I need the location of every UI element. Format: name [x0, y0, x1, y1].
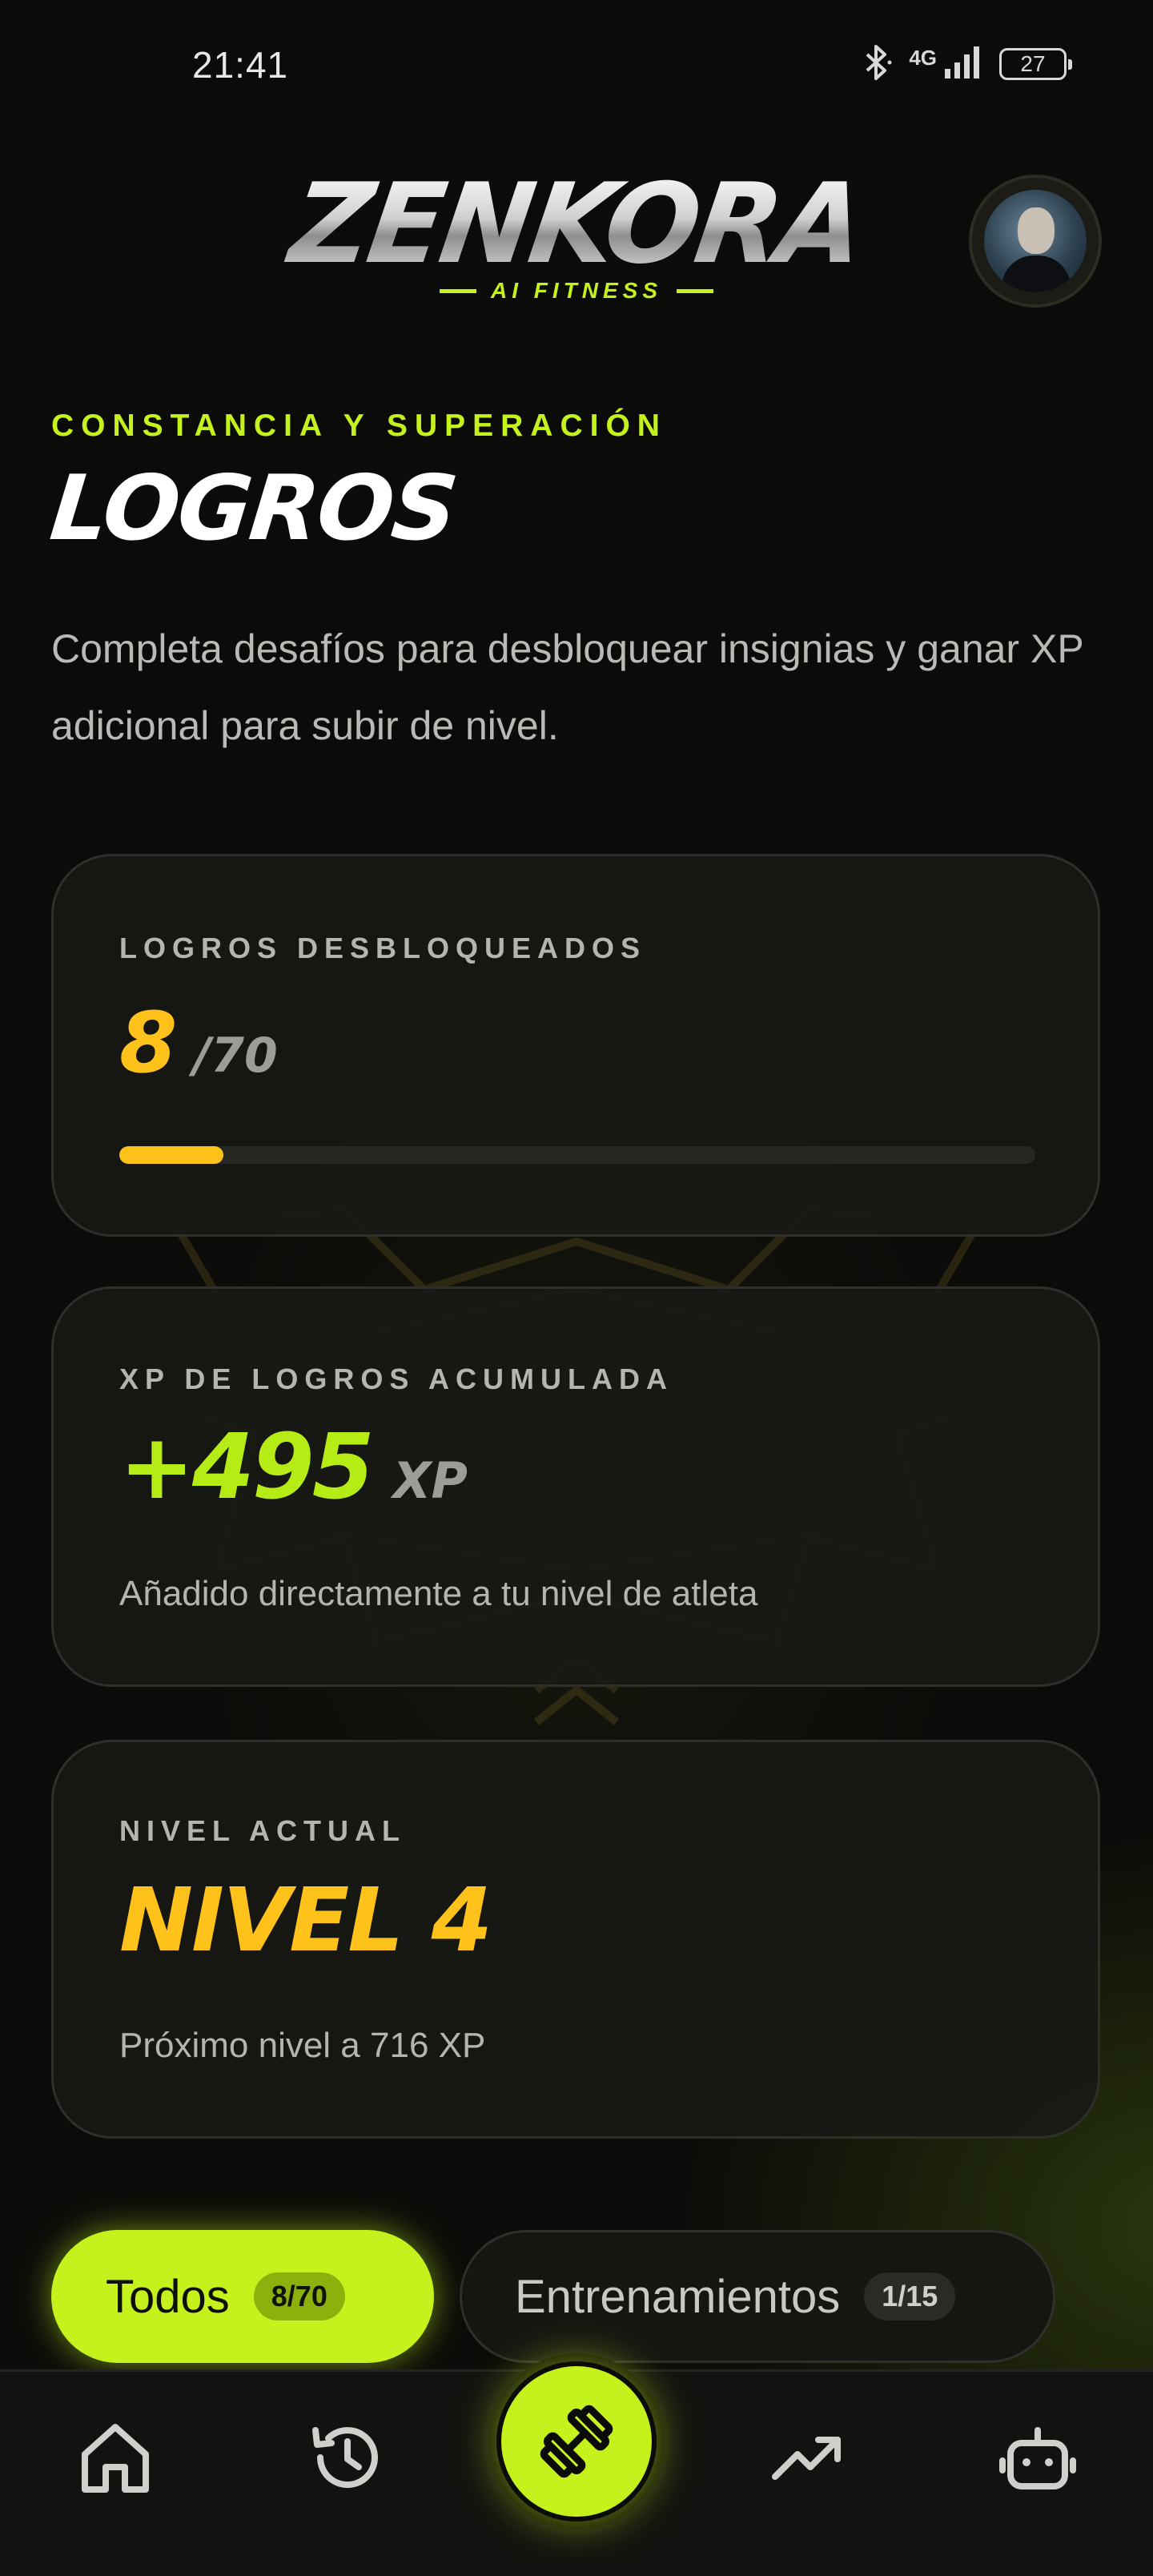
- filter-chip-workouts[interactable]: Entrenamientos 1/15: [460, 2230, 1055, 2363]
- nav-workout-button: [496, 2361, 657, 2522]
- nav-progress[interactable]: [751, 2401, 863, 2514]
- dumbbell-icon: [540, 2405, 613, 2478]
- level-card: NIVEL ACTUAL NIVEL 4 Próximo nivel a 716…: [51, 1740, 1100, 2139]
- level-note: Próximo nivel a 716 XP: [119, 2026, 486, 2065]
- filter-chip-badge: 8/70: [253, 2272, 345, 2320]
- unlocked-total: /70: [193, 1028, 278, 1084]
- history-icon: [312, 2427, 378, 2489]
- xp-value: +495 XP: [119, 1415, 468, 1519]
- unlocked-count: 8: [119, 994, 178, 1092]
- filter-chip-all[interactable]: Todos 8/70: [51, 2230, 434, 2363]
- section-eyebrow: CONSTANCIA Y SUPERACIÓN: [51, 409, 667, 443]
- battery-level: 27: [1020, 51, 1046, 76]
- level-value: NIVEL 4: [119, 1869, 492, 1971]
- avatar-head: [1018, 207, 1055, 254]
- avatar-photo: [984, 190, 1087, 292]
- battery-icon: 27: [999, 48, 1072, 80]
- signal-icon: [943, 45, 983, 84]
- xp-amount: +495: [119, 1415, 375, 1519]
- nav-workout[interactable]: [488, 2353, 665, 2530]
- status-icons: 4G 27: [861, 42, 1072, 87]
- xp-label: XP DE LOGROS ACUMULADA: [119, 1362, 674, 1395]
- logo-wordmark: ZENKORA: [279, 159, 873, 288]
- home-icon: [82, 2424, 149, 2493]
- page-description: Completa desafíos para desbloquear insig…: [51, 626, 1083, 748]
- unlocked-achievements-card: LOGROS DESBLOQUEADOS 8 /70: [51, 854, 1100, 1237]
- bluetooth-icon: [861, 43, 893, 86]
- filter-chip-label: Entrenamientos: [515, 2270, 841, 2323]
- logo-line-left: [439, 288, 476, 293]
- unlocked-progress-fill: [119, 1146, 224, 1164]
- status-time: 21:41: [192, 44, 289, 86]
- xp-unit: XP: [392, 1451, 468, 1510]
- filter-chip-label: Todos: [106, 2270, 230, 2323]
- robot-icon: [999, 2427, 1076, 2489]
- nav-ai-coach[interactable]: [982, 2401, 1094, 2514]
- xp-card: XP DE LOGROS ACUMULADA +495 XP Añadido d…: [51, 1286, 1100, 1687]
- xp-note: Añadido directamente a tu nivel de atlet…: [119, 1574, 758, 1613]
- status-bar: 21:41 4G 27: [0, 0, 1153, 128]
- network-type: 4G: [909, 45, 937, 70]
- page-title: LOGROS: [46, 457, 461, 561]
- app-logo: ZENKORA AI FITNESS: [283, 159, 870, 316]
- level-label: NIVEL ACTUAL: [119, 1814, 407, 1847]
- avatar-body: [1002, 256, 1071, 292]
- nav-history[interactable]: [290, 2401, 402, 2514]
- trending-icon: [772, 2437, 841, 2480]
- profile-avatar[interactable]: [969, 175, 1102, 308]
- unlocked-progress-bar: [119, 1146, 1035, 1164]
- unlocked-label: LOGROS DESBLOQUEADOS: [119, 932, 647, 964]
- achievements-screen: 21:41 4G 27 ZENKORA AI FITNESS CONSTANCI…: [0, 0, 1153, 2576]
- unlocked-value: 8 /70: [119, 994, 278, 1092]
- filter-chip-badge: 1/15: [864, 2272, 956, 2320]
- nav-home[interactable]: [59, 2401, 171, 2514]
- logo-line-right: [677, 288, 713, 293]
